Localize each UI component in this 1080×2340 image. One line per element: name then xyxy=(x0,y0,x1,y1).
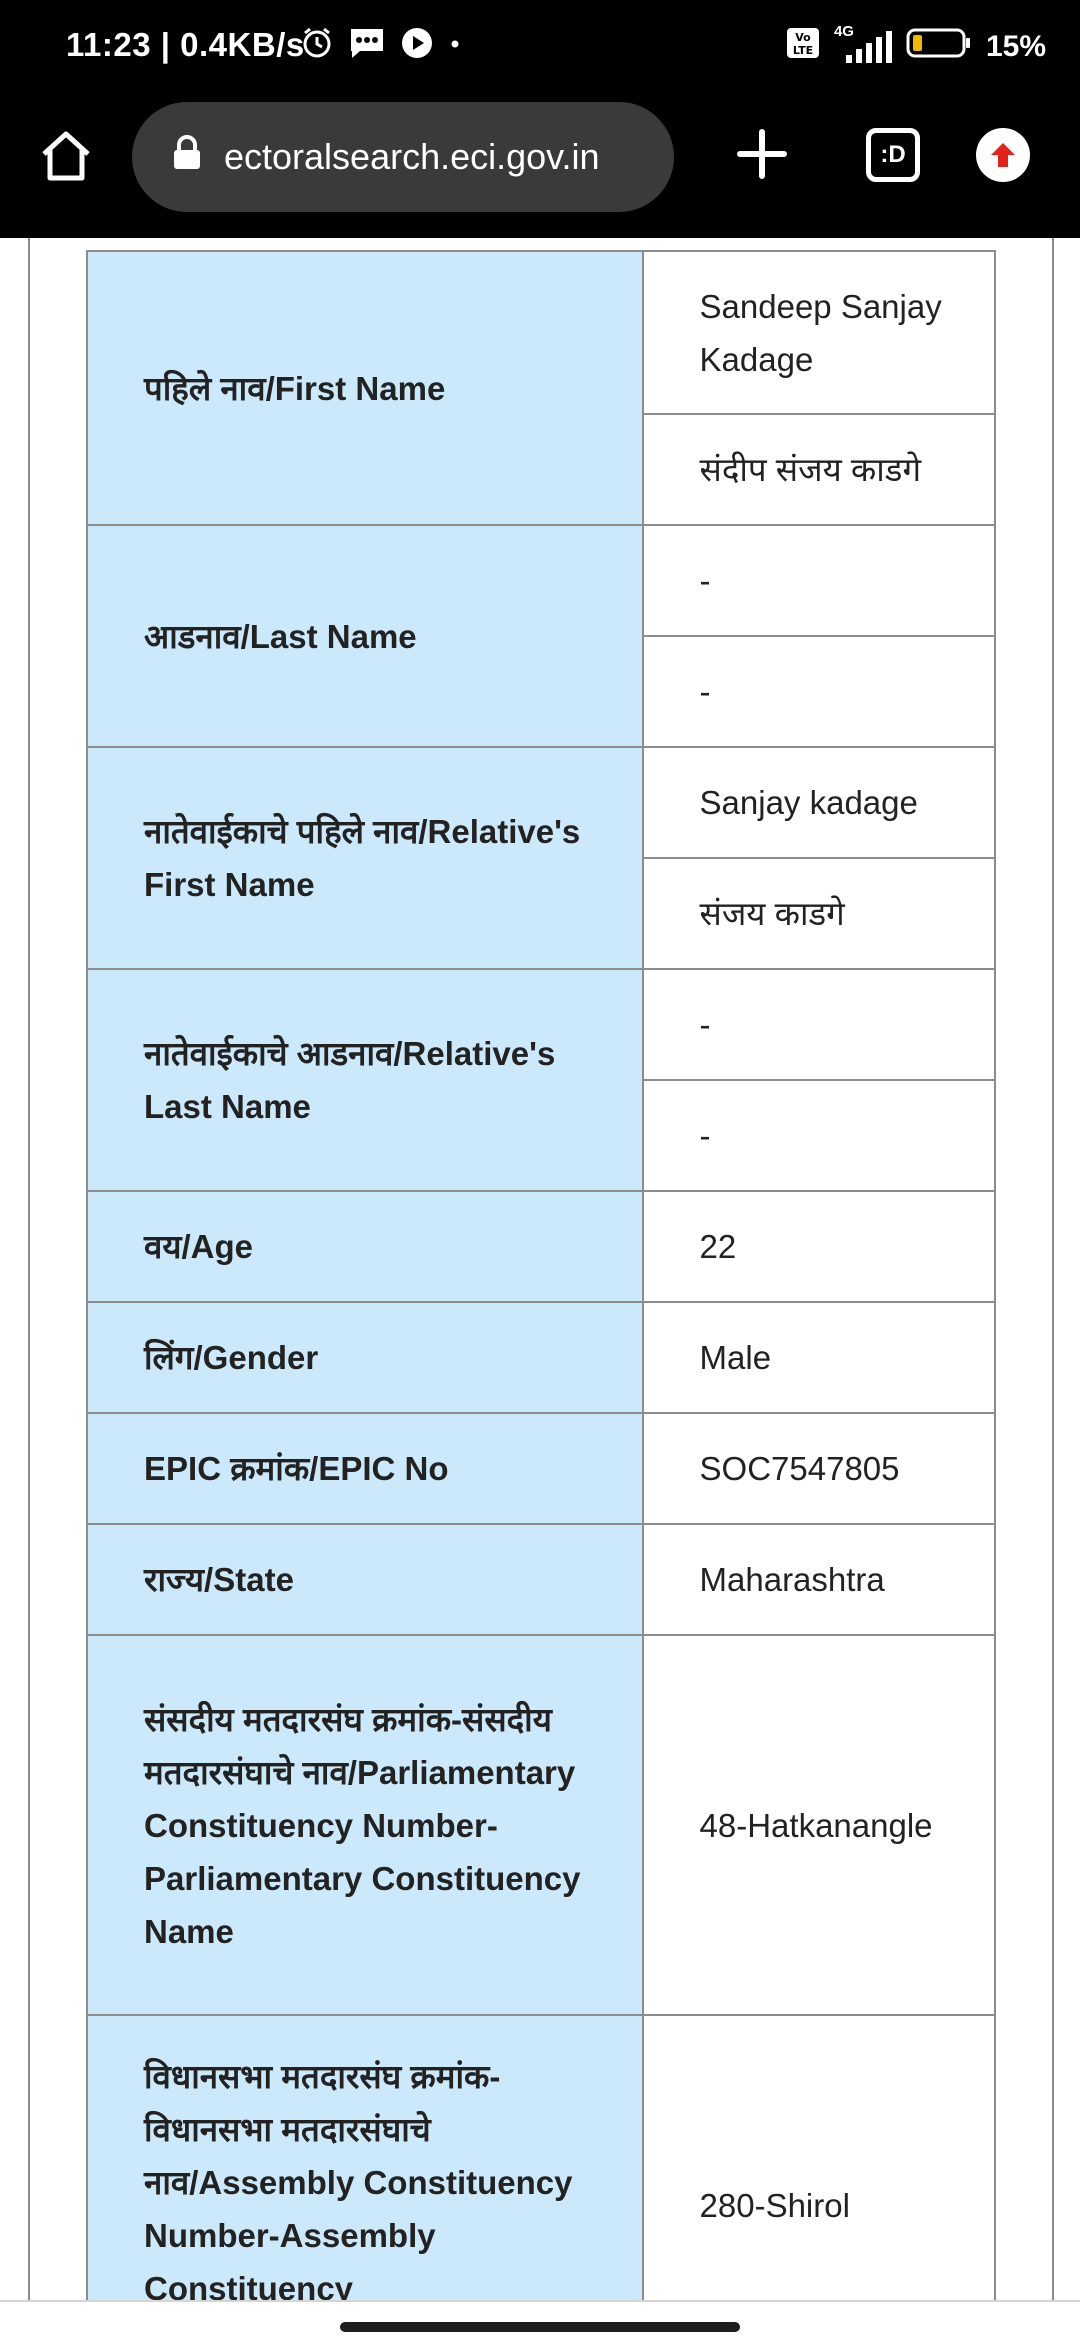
voter-details-table: पहिले नाव/First Name Sandeep Sanjay Kada… xyxy=(86,250,997,2300)
upload-arrow-icon xyxy=(991,143,1015,167)
tabs-button[interactable]: :D xyxy=(866,128,920,182)
table-row: वय/Age 22 xyxy=(86,1190,997,1303)
age-label: वय/Age xyxy=(86,1190,644,1303)
browser-toolbar: ectoralsearch.eci.gov.in :D xyxy=(0,98,1080,238)
svg-text:Vo: Vo xyxy=(795,31,811,44)
plus-icon xyxy=(737,129,787,179)
address-bar[interactable]: ectoralsearch.eci.gov.in xyxy=(132,102,674,212)
status-notification-icons xyxy=(300,26,462,65)
home-gesture-handle[interactable] xyxy=(340,2322,740,2332)
svg-text:LTE: LTE xyxy=(793,44,813,57)
table-row: लिंग/Gender Male xyxy=(86,1301,997,1414)
table-row: आडनाव/Last Name - xyxy=(86,524,997,748)
last-name-label: आडनाव/Last Name xyxy=(86,524,644,748)
relative-first-name-label: नातेवाईकाचे पहिले नाव/Relative's First N… xyxy=(86,746,644,970)
assembly-constituency-value: 280-Shirol xyxy=(641,2014,997,2300)
container-border-left xyxy=(28,238,30,2300)
lock-icon xyxy=(172,134,202,180)
volte-icon: Vo LTE xyxy=(786,26,820,68)
page-content: पहिले नाव/First Name Sandeep Sanjay Kada… xyxy=(0,238,1080,2300)
first-name-label: पहिले नाव/First Name xyxy=(86,250,644,526)
status-right: Vo LTE 4G 15% xyxy=(786,23,1046,68)
new-tab-button[interactable] xyxy=(730,122,794,186)
dot-icon xyxy=(448,26,462,65)
state-value: Maharashtra xyxy=(641,1523,997,1636)
gesture-navigation-bar xyxy=(0,2300,1080,2340)
last-name-english: - xyxy=(641,524,997,637)
age-value: 22 xyxy=(641,1190,997,1303)
home-button[interactable] xyxy=(36,126,96,186)
last-name-marathi: - xyxy=(641,635,997,748)
table-row: विधानसभा मतदारसंघ क्रमांक-विधानसभा मतदार… xyxy=(86,2014,997,2300)
url-text: ectoralsearch.eci.gov.in xyxy=(224,136,600,177)
battery-icon xyxy=(906,26,972,68)
gender-value: Male xyxy=(641,1301,997,1414)
table-row: नातेवाईकाचे पहिले नाव/Relative's First N… xyxy=(86,746,997,970)
update-button[interactable] xyxy=(976,128,1030,182)
alarm-icon xyxy=(300,26,334,65)
first-name-english: Sandeep Sanjay Kadage xyxy=(641,250,997,415)
table-row: EPIC क्रमांक/EPIC No SOC7547805 xyxy=(86,1412,997,1525)
table-row: राज्य/State Maharashtra xyxy=(86,1523,997,1636)
play-icon xyxy=(400,26,434,65)
relative-first-name-marathi: संजय काडगे xyxy=(641,857,997,970)
network-type: 4G xyxy=(833,23,854,40)
epic-label: EPIC क्रमांक/EPIC No xyxy=(86,1412,644,1525)
table-row: नातेवाईकाचे आडनाव/Relative's Last Name - xyxy=(86,968,997,1192)
parliamentary-constituency-value: 48-Hatkanangle xyxy=(641,1634,997,2016)
relative-last-name-label: नातेवाईकाचे आडनाव/Relative's Last Name xyxy=(86,968,644,1192)
home-icon xyxy=(42,131,90,181)
state-label: राज्य/State xyxy=(86,1523,644,1636)
tabs-label: :D xyxy=(880,141,906,168)
status-bar: 11:23 | 0.4KB/s Vo LTE 4G 15% xyxy=(0,0,1080,98)
epic-value: SOC7547805 xyxy=(641,1412,997,1525)
message-icon xyxy=(348,26,386,65)
table-row: पहिले नाव/First Name Sandeep Sanjay Kada… xyxy=(86,250,997,526)
relative-last-name-marathi: - xyxy=(641,1079,997,1192)
status-time: 11:23 | 0.4KB/s xyxy=(66,26,305,63)
battery-percent: 15% xyxy=(985,30,1046,63)
assembly-constituency-label: विधानसभा मतदारसंघ क्रमांक-विधानसभा मतदार… xyxy=(86,2014,644,2300)
parliamentary-constituency-label: संसदीय मतदारसंघ क्रमांक-संसदीय मतदारसंघा… xyxy=(86,1634,644,2016)
relative-first-name-english: Sanjay kadage xyxy=(641,746,997,859)
relative-last-name-english: - xyxy=(641,968,997,1081)
table-row: संसदीय मतदारसंघ क्रमांक-संसदीय मतदारसंघा… xyxy=(86,1634,997,2016)
first-name-marathi: संदीप संजय काडगे xyxy=(641,413,997,526)
container-border-right xyxy=(1052,238,1054,2300)
signal-icon: 4G xyxy=(834,23,892,65)
gender-label: लिंग/Gender xyxy=(86,1301,644,1414)
